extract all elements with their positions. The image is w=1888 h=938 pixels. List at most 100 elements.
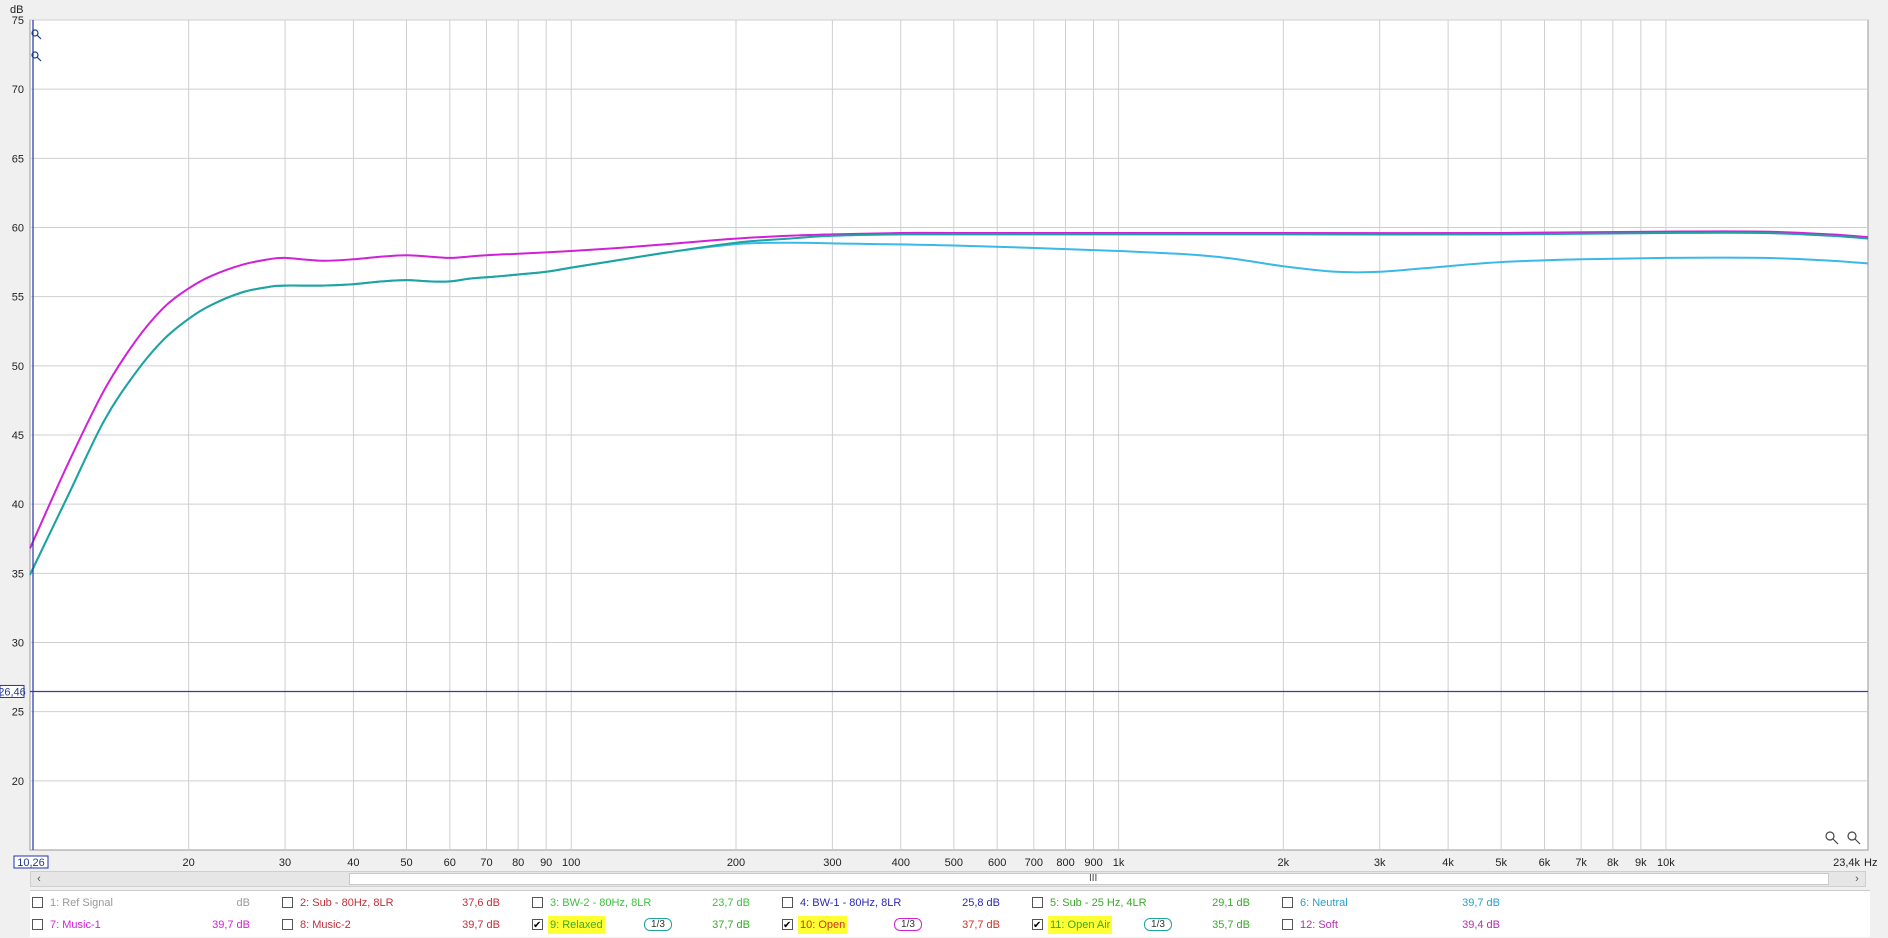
- x-tick-label: 60: [444, 857, 456, 869]
- smoothing-badge[interactable]: 1/3: [1144, 918, 1172, 931]
- checkbox[interactable]: [1032, 897, 1043, 908]
- x-tick-label: 900: [1084, 857, 1102, 869]
- x-tick-label: 100: [562, 857, 580, 869]
- smoothing-badge[interactable]: 1/3: [894, 918, 922, 931]
- x-tick-label: 400: [892, 857, 910, 869]
- legend-item[interactable]: 1: Ref Signal dB: [32, 894, 277, 912]
- legend-item[interactable]: 7: Music-1 39,7 dB: [32, 916, 277, 934]
- legend-name: 12: Soft: [1300, 919, 1338, 931]
- x-tick-label: 7k: [1575, 857, 1587, 869]
- legend-name: 7: Music-1: [50, 919, 101, 931]
- scroll-right-icon[interactable]: ›: [1849, 872, 1865, 886]
- checkbox[interactable]: [532, 917, 543, 935]
- checkbox[interactable]: [1282, 897, 1293, 908]
- y-tick-label: 50: [12, 361, 24, 373]
- legend-name: 10: Open: [798, 916, 848, 934]
- legend-name: 5: Sub - 25 Hz, 4LR: [1050, 897, 1147, 909]
- measurement-legend: 1: Ref Signal dB 2: Sub - 80Hz, 8LR 37,6 dB…: [30, 890, 1870, 937]
- x-axis-unit: Hz: [1864, 857, 1877, 869]
- x-tick-label: 800: [1056, 857, 1074, 869]
- legend-item[interactable]: 4: BW-1 - 80Hz, 8LR 25,8 dB: [782, 894, 1027, 912]
- x-tick-label: 80: [512, 857, 524, 869]
- y-tick-label: 20: [12, 776, 24, 788]
- y-tick-label: 40: [12, 499, 24, 511]
- x-end-label: 23,4k: [1833, 857, 1860, 869]
- legend-item[interactable]: 6: Neutral 39,7 dB: [1282, 894, 1527, 912]
- y-tick-label: 25: [12, 707, 24, 719]
- legend-item[interactable]: 11: Open Air 1/3 35,7 dB: [1032, 916, 1277, 935]
- legend-value: 25,8 dB: [962, 897, 1000, 909]
- legend-value: dB: [236, 897, 250, 909]
- checkbox[interactable]: [532, 897, 543, 908]
- x-tick-label: 200: [727, 857, 745, 869]
- grip-icon: III: [1089, 873, 1098, 884]
- x-tick-label: 600: [988, 857, 1006, 869]
- x-tick-label: 700: [1025, 857, 1043, 869]
- legend-item[interactable]: 3: BW-2 - 80Hz, 8LR 23,7 dB: [532, 894, 777, 912]
- checkbox[interactable]: [782, 897, 793, 908]
- legend-name: 9: Relaxed: [548, 916, 605, 934]
- x-tick-label: 500: [945, 857, 963, 869]
- legend-item[interactable]: 10: Open 1/3 37,7 dB: [782, 916, 1027, 935]
- legend-name: 8: Music-2: [300, 919, 351, 931]
- checkbox[interactable]: [282, 897, 293, 908]
- legend-item[interactable]: 9: Relaxed 1/3 37,7 dB: [532, 916, 777, 935]
- x-tick-label: 4k: [1442, 857, 1454, 869]
- y-tick-label: 55: [12, 292, 24, 304]
- scroll-left-icon[interactable]: ‹: [31, 872, 47, 886]
- horizontal-scrollbar[interactable]: ‹ III ›: [30, 871, 1866, 887]
- legend-item[interactable]: 12: Soft 39,4 dB: [1282, 916, 1527, 934]
- y-tick-label: 30: [12, 638, 24, 650]
- x-tick-label: 8k: [1607, 857, 1619, 869]
- x-tick-label: 1k: [1113, 857, 1125, 869]
- x-tick-label: 2k: [1278, 857, 1290, 869]
- legend-value: 23,7 dB: [712, 897, 750, 909]
- legend-item[interactable]: 5: Sub - 25 Hz, 4LR 29,1 dB: [1032, 894, 1277, 912]
- y-tick-label: 35: [12, 568, 24, 580]
- x-tick-label: 5k: [1495, 857, 1507, 869]
- checkbox[interactable]: [32, 919, 43, 930]
- legend-name: 1: Ref Signal: [50, 897, 113, 909]
- x-tick-label: 50: [400, 857, 412, 869]
- checkbox[interactable]: [282, 919, 293, 930]
- x-tick-label: 40: [347, 857, 359, 869]
- x-tick-label: 70: [480, 857, 492, 869]
- legend-value: 39,7 dB: [212, 919, 250, 931]
- legend-name: 11: Open Air: [1048, 916, 1113, 934]
- x-tick-label: 10k: [1657, 857, 1675, 869]
- legend-item[interactable]: 2: Sub - 80Hz, 8LR 37,6 dB: [282, 894, 527, 912]
- legend-value: 37,7 dB: [712, 919, 750, 931]
- legend-item[interactable]: 8: Music-2 39,7 dB: [282, 916, 527, 934]
- y-tick-label: 60: [12, 223, 24, 235]
- legend-value: 37,7 dB: [962, 919, 1000, 931]
- legend-value: 39,7 dB: [1462, 897, 1500, 909]
- cursor-y-label: 26,46: [0, 686, 26, 698]
- legend-value: 37,6 dB: [462, 897, 500, 909]
- legend-value: 39,4 dB: [1462, 919, 1500, 931]
- legend-value: 35,7 dB: [1212, 919, 1250, 931]
- plot-area[interactable]: 20 25 30 35 40 45 50 55 60 65 70 75 20 30 40 50 60 70 80 90…: [0, 0, 1888, 870]
- x-tick-label: 30: [279, 857, 291, 869]
- x-tick-label: 3k: [1374, 857, 1386, 869]
- legend-value: 29,1 dB: [1212, 897, 1250, 909]
- y-axis-label: dB: [10, 4, 23, 16]
- y-tick-label: 70: [12, 84, 24, 96]
- x-start-label: 10,26: [17, 857, 45, 869]
- legend-name: 6: Neutral: [1300, 897, 1348, 909]
- y-tick-label: 65: [12, 153, 24, 165]
- y-tick-label: 45: [12, 430, 24, 442]
- x-tick-label: 9k: [1635, 857, 1647, 869]
- scroll-thumb[interactable]: III: [349, 873, 1829, 885]
- smoothing-badge[interactable]: 1/3: [644, 918, 672, 931]
- x-tick-label: 300: [823, 857, 841, 869]
- y-tick-label: 75: [12, 15, 24, 27]
- legend-name: 4: BW-1 - 80Hz, 8LR: [800, 897, 902, 909]
- legend-name: 3: BW-2 - 80Hz, 8LR: [550, 897, 652, 909]
- checkbox[interactable]: [32, 897, 43, 908]
- checkbox[interactable]: [1282, 919, 1293, 930]
- checkbox[interactable]: [782, 917, 793, 935]
- x-tick-label: 20: [183, 857, 195, 869]
- x-tick-label: 6k: [1539, 857, 1551, 869]
- legend-name: 2: Sub - 80Hz, 8LR: [300, 897, 394, 909]
- checkbox[interactable]: [1032, 917, 1043, 935]
